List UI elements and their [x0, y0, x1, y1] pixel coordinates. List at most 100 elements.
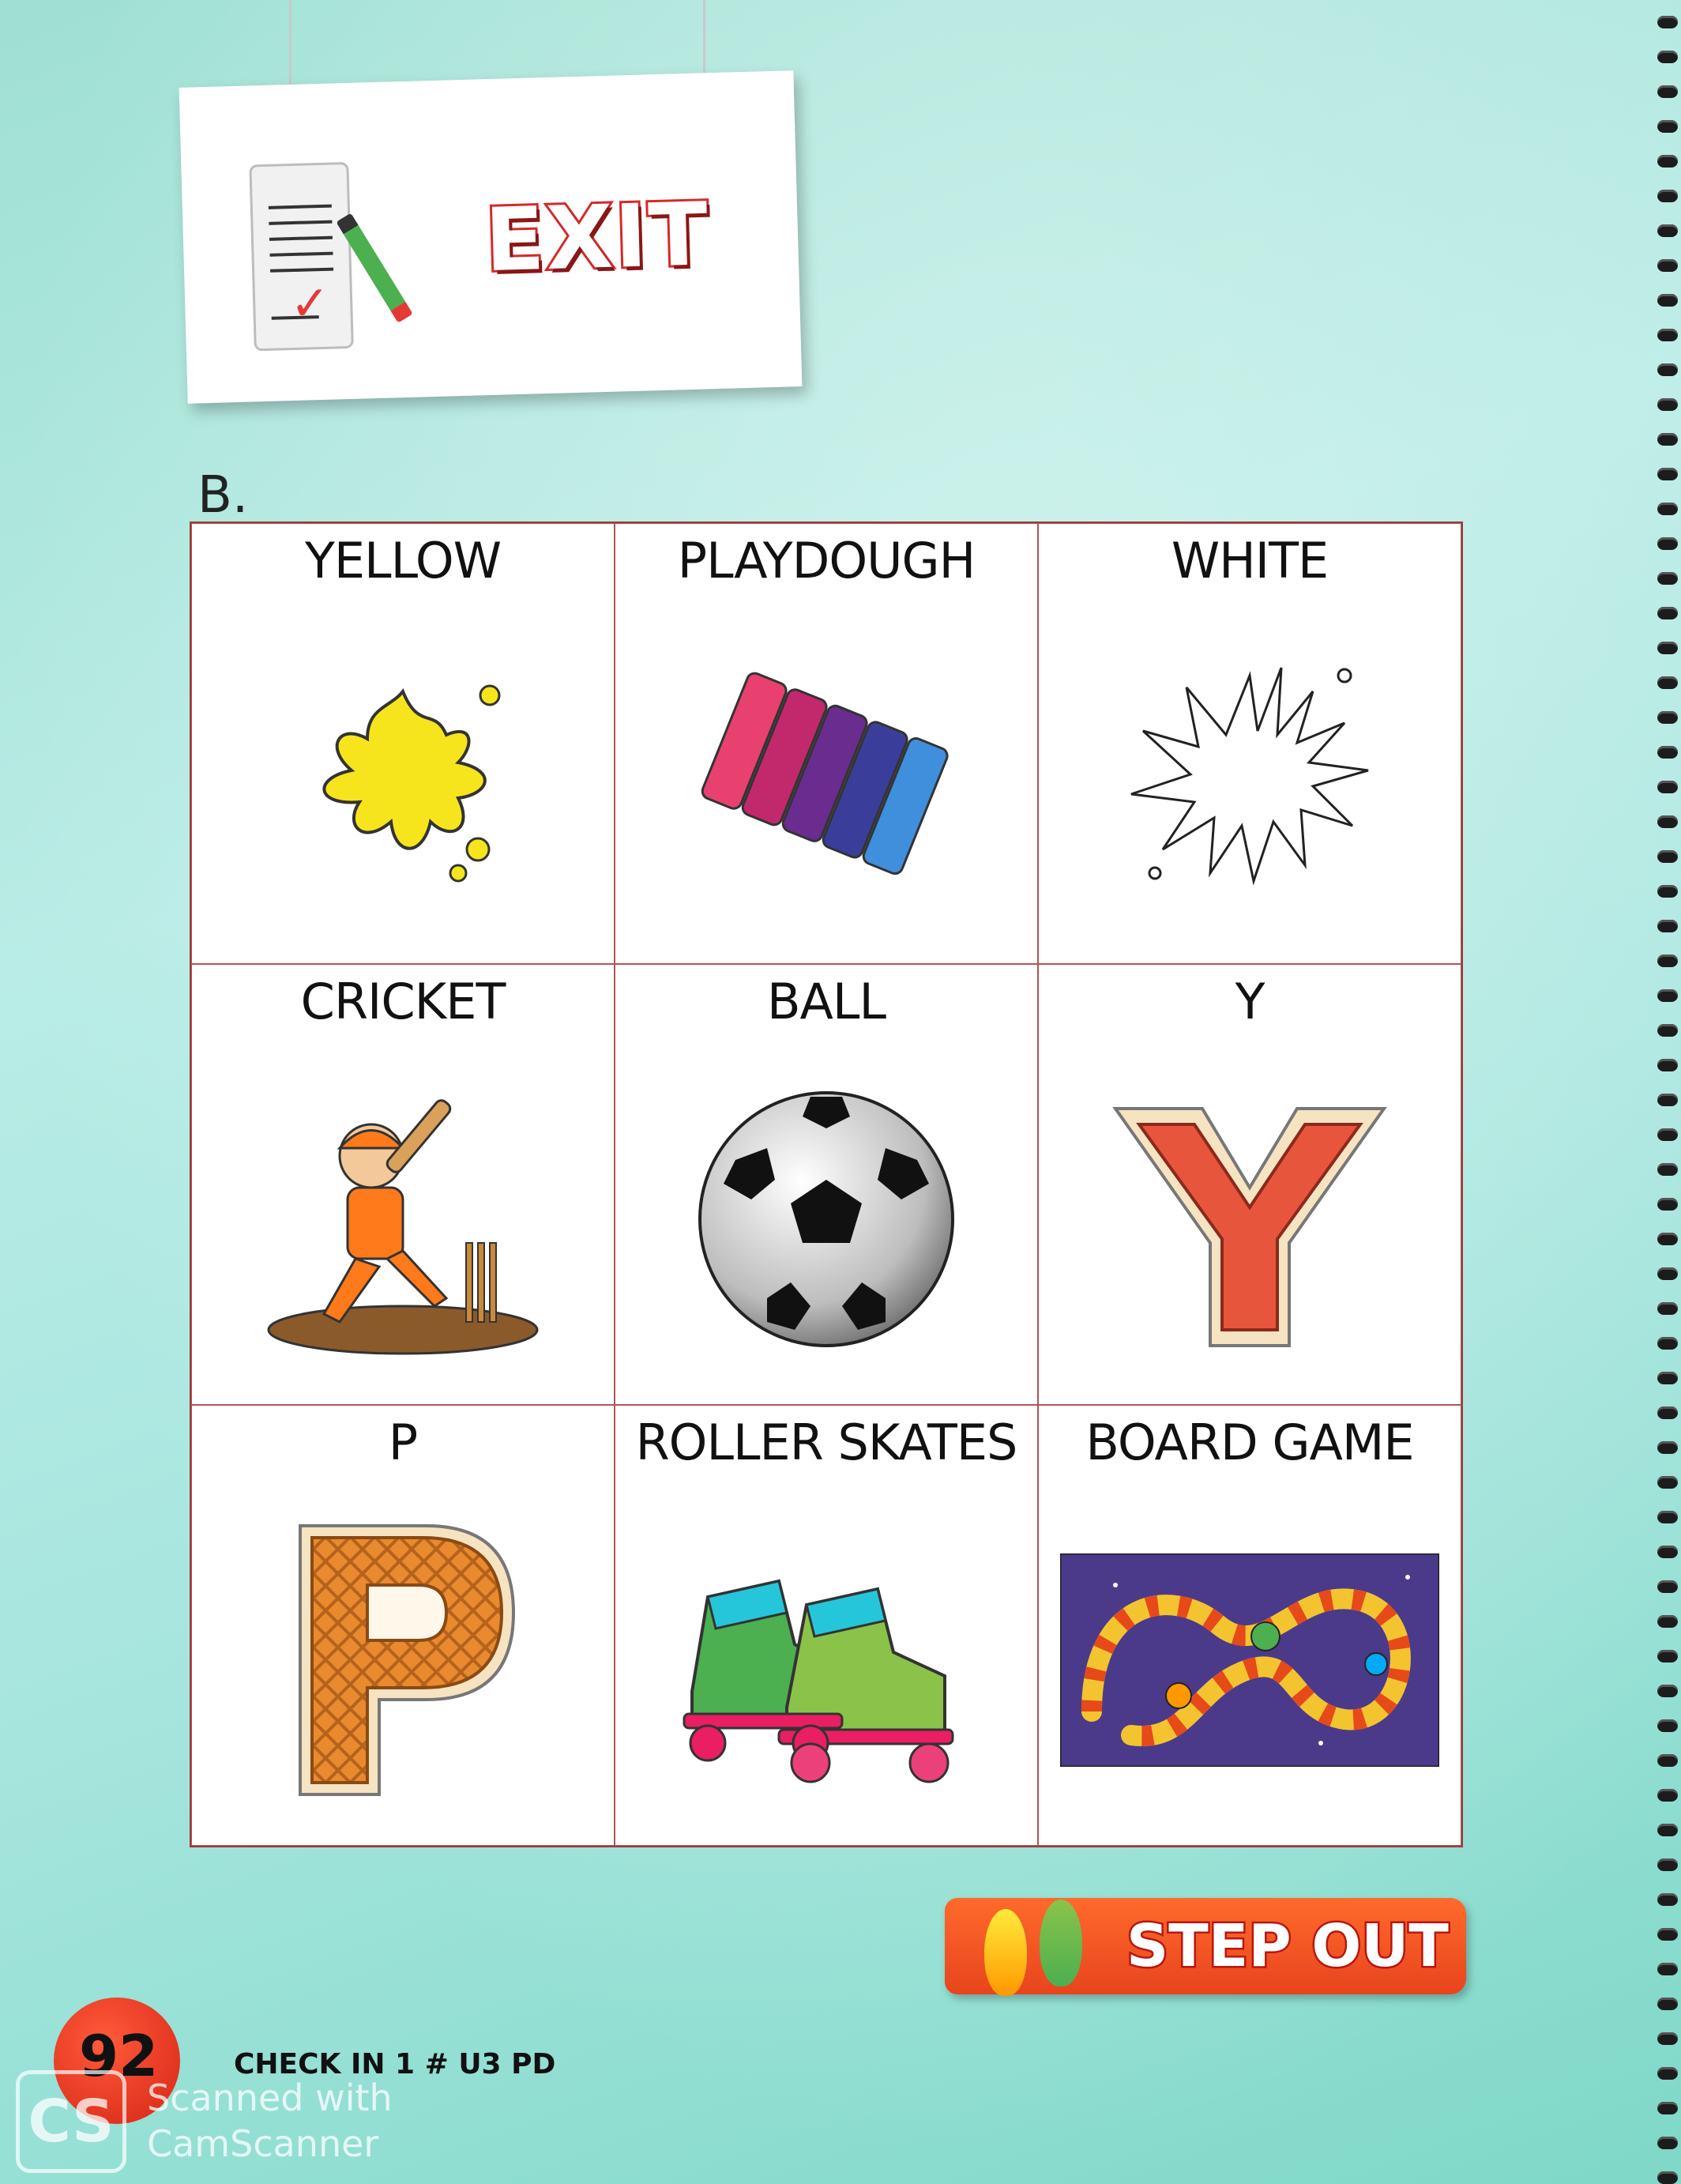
- binding-ring: [1657, 1789, 1678, 1802]
- binding-ring: [1657, 607, 1678, 619]
- checklist-icon: ✓: [249, 161, 354, 352]
- binding-ring: [1657, 1719, 1678, 1732]
- grid-cell-p: P: [191, 1405, 615, 1846]
- binding-ring: [1657, 1685, 1678, 1697]
- binding-ring: [1657, 2137, 1678, 2149]
- grid-cell-cricket: CRICKET: [191, 964, 615, 1405]
- binding-ring: [1657, 468, 1678, 480]
- binding-ring: [1657, 1441, 1678, 1454]
- binding-ring: [1657, 572, 1678, 585]
- binding-ring: [1657, 259, 1678, 272]
- binding-ring: [1657, 1615, 1678, 1628]
- scanner-watermark: Scanned with CamScanner: [147, 2075, 393, 2167]
- binding-ring: [1657, 1858, 1678, 1871]
- step-out-label: STEP OUT: [1125, 1911, 1451, 1983]
- binding-ring: [1657, 294, 1678, 307]
- exit-title: EXIT: [481, 181, 713, 293]
- cell-label: BALL: [766, 973, 886, 1030]
- vocabulary-grid: YELLOW PLAYDOUGH WHITE CRICKET BALL Y P …: [190, 522, 1463, 1847]
- binding-ring: [1657, 1650, 1678, 1662]
- playdough-icon: [701, 672, 949, 875]
- binding-ring: [1657, 51, 1678, 63]
- letter-y-icon: [1112, 1107, 1387, 1348]
- watermark-line: Scanned with: [147, 2077, 393, 2119]
- binding-ring: [1657, 850, 1678, 863]
- binding-ring: [1657, 815, 1678, 828]
- cell-label: ROLLER SKATES: [635, 1414, 1018, 1471]
- step-out-banner: STEP OUT: [945, 1898, 1466, 1996]
- binding-ring: [1657, 433, 1678, 446]
- binding-ring: [1657, 190, 1678, 202]
- binding-ring: [1657, 746, 1678, 759]
- doc-line: [268, 204, 332, 209]
- checkmark-icon: ✓: [289, 275, 331, 333]
- doc-line: [270, 267, 334, 273]
- binding-ring: [1657, 1998, 1678, 2010]
- section-label: B.: [197, 466, 249, 525]
- camscanner-logo-icon: CS: [16, 2070, 126, 2173]
- binding-ring: [1657, 920, 1678, 932]
- exit-sign: ✓ EXIT: [179, 70, 803, 404]
- yellow-splat-icon: [322, 684, 501, 883]
- binding-ring: [1657, 85, 1678, 98]
- binding-ring: [1657, 1337, 1678, 1350]
- binding-ring: [1657, 885, 1678, 898]
- cell-label: CRICKET: [300, 973, 506, 1030]
- cell-label: P: [388, 1414, 418, 1471]
- binding-ring: [1657, 1024, 1678, 1037]
- binding-ring: [1657, 1546, 1678, 1558]
- roller-skates-icon: [683, 1580, 954, 1783]
- binding-ring: [1657, 2171, 1678, 2184]
- cell-label: YELLOW: [304, 532, 502, 589]
- cell-label: WHITE: [1171, 532, 1329, 589]
- grid-cell-roller-skates: ROLLER SKATES: [615, 1405, 1038, 1846]
- binding-ring: [1657, 1059, 1678, 1071]
- cell-label: Y: [1235, 973, 1265, 1030]
- binding-ring: [1657, 329, 1678, 341]
- binding-ring: [1657, 1824, 1678, 1836]
- grid-cell-board-game: BOARD GAME: [1038, 1405, 1461, 1846]
- binding-ring: [1657, 711, 1678, 724]
- binding-ring: [1657, 1511, 1678, 1523]
- binding-ring: [1657, 1128, 1678, 1141]
- doc-line: [269, 251, 333, 257]
- binding-ring: [1657, 224, 1678, 237]
- binding-ring: [1657, 781, 1678, 793]
- binding-ring: [1657, 155, 1678, 168]
- binding-ring: [1657, 1893, 1678, 1906]
- binding-ring: [1657, 1928, 1678, 1941]
- doc-line: [269, 235, 333, 241]
- grid-cell-ball: BALL: [615, 964, 1038, 1405]
- grid-cell-y: Y: [1038, 964, 1461, 1405]
- binding-ring: [1657, 1233, 1678, 1245]
- white-splat-icon: [1130, 667, 1369, 887]
- watermark-line: CamScanner: [147, 2122, 379, 2165]
- binding-ring: [1657, 1754, 1678, 1767]
- cell-label: BOARD GAME: [1085, 1414, 1414, 1471]
- binding-ring: [1657, 2102, 1678, 2114]
- binding-ring: [1657, 1476, 1678, 1489]
- binding-ring: [1657, 1163, 1678, 1176]
- grid-cell-white: WHITE: [1038, 523, 1461, 964]
- doc-line: [269, 220, 333, 225]
- cell-label: PLAYDOUGH: [677, 532, 976, 589]
- letter-p-icon: [299, 1524, 516, 1797]
- grid-cell-playdough: PLAYDOUGH: [615, 523, 1038, 964]
- binding-ring: [1657, 1372, 1678, 1384]
- binding-ring: [1657, 398, 1678, 411]
- binding-ring: [1657, 1302, 1678, 1315]
- binding-ring: [1657, 1963, 1678, 1975]
- grid-cell-yellow: YELLOW: [191, 523, 615, 964]
- binding-ring: [1657, 955, 1678, 967]
- binding-ring: [1657, 676, 1678, 689]
- board-game-icon: [1060, 1553, 1439, 1768]
- binding-ring: [1657, 363, 1678, 376]
- binding-ring: [1657, 120, 1678, 133]
- binding-ring: [1657, 1094, 1678, 1106]
- binding-ring: [1657, 2032, 1678, 2045]
- binding-ring: [1657, 2067, 1678, 2080]
- binding-ring: [1657, 642, 1678, 654]
- binding-ring: [1657, 989, 1678, 1002]
- binding-ring: [1657, 503, 1678, 515]
- binding-ring: [1657, 1198, 1678, 1211]
